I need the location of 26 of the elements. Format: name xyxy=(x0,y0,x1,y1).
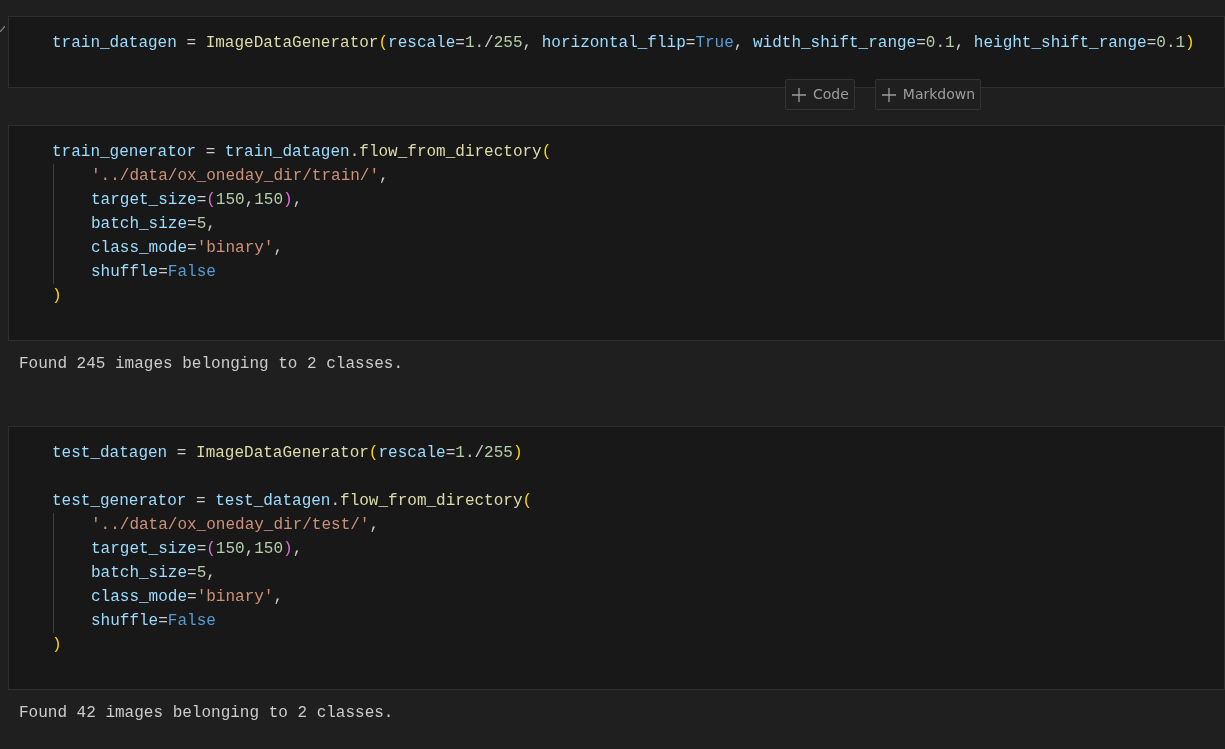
code-line: class_mode='binary', xyxy=(91,587,284,608)
code-line: ) xyxy=(52,286,62,307)
code-line: class_mode='binary', xyxy=(91,238,284,259)
cell-status-icon xyxy=(0,26,5,32)
code-line: '../data/ox_oneday_dir/train/', xyxy=(91,166,389,187)
code-line: shuffle=False xyxy=(91,262,216,283)
code-cell[interactable]: train_generator = train_datagen.flow_from_directory( '../data/ox_oneday_dir/train/', target_size=(150,150), batch_size=5, class_mode='binary', shuffle=False ) xyxy=(8,125,1225,341)
code-line: '../data/ox_oneday_dir/test/', xyxy=(91,515,380,536)
cell-output: Found 42 images belonging to 2 classes. xyxy=(18,703,394,724)
code-line: target_size=(150,150), xyxy=(91,190,303,211)
code-line: target_size=(150,150), xyxy=(91,539,303,560)
code-line: shuffle=False xyxy=(91,611,216,632)
cell-output: Found 245 images belonging to 2 classes. xyxy=(18,354,404,375)
code-line: batch_size=5, xyxy=(91,563,216,584)
code-line: ) xyxy=(52,635,62,656)
add-code-button[interactable]: Code xyxy=(785,79,855,110)
plus-icon xyxy=(880,86,897,103)
code-line: train_generator = train_datagen.flow_from_directory( xyxy=(52,142,552,163)
code-line: batch_size=5, xyxy=(91,214,216,235)
code-line: test_generator = test_datagen.flow_from_directory( xyxy=(52,491,533,512)
code-line: test_datagen = ImageDataGenerator(rescale=1./255) xyxy=(52,443,523,464)
code-cell[interactable] xyxy=(8,426,1225,690)
code-cell[interactable]: train_datagen = ImageDataGenerator(rescale=1./255, horizontal_flip=True, width_shift_range=0.1, height_shift_range=0.1) xyxy=(8,16,1225,88)
code-line: train_datagen = ImageDataGenerator(rescale=1./255, horizontal_flip=True, width_shift_range=0.1, height_shift_range=0.1) xyxy=(52,33,1195,54)
plus-icon xyxy=(791,86,807,103)
add-markdown-button[interactable]: Markdown xyxy=(874,79,982,110)
